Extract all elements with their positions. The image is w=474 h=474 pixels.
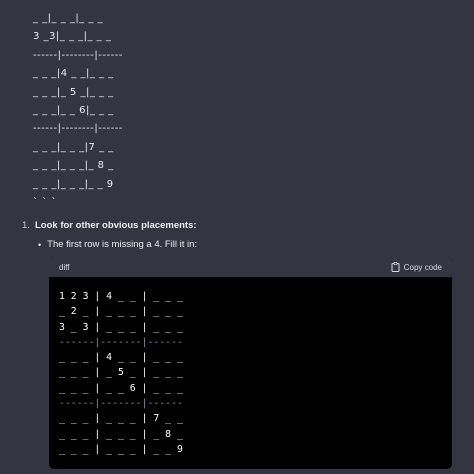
code-language-label: diff	[59, 262, 70, 272]
sub-list-item: • The first row is missing a 4. Fill it …	[38, 239, 197, 250]
grid-line: _ _ _|_ _ _|_ _ 9	[33, 178, 114, 190]
grid-line: ------|--------|------	[33, 123, 123, 135]
grid-line: _ _ _|_ _ _|_ 8 _	[33, 160, 114, 172]
code-line: _ _ _ | 4 _ _ | _ _ _	[59, 352, 183, 364]
list-item-title: Look for other obvious placements:	[35, 220, 197, 231]
grid-line: _ _ _|4 _ _|_ _ _	[33, 68, 114, 80]
code-line: _ _ _ | _ _ _ | _ _ 9	[59, 443, 183, 455]
code-block: diff Copy code 1 2 3 | 4 _ _ | _ _ _ _ 2…	[49, 257, 452, 469]
copy-code-button[interactable]: Copy code	[391, 262, 442, 272]
ordered-list: 1. Look for other obvious placements:	[22, 220, 462, 231]
sub-list-item-text: The first row is missing a 4. Fill it in…	[47, 239, 198, 250]
code-line: _ _ _ | _ _ _ | 7 _ _	[59, 413, 183, 425]
copy-code-label: Copy code	[403, 262, 442, 272]
grid-line: _ _ _|_ _ 6|_ _ _	[33, 104, 114, 116]
code-block-header: diff Copy code	[49, 257, 452, 277]
chat-message: _ _|_ _ _|_ _ _ 3 _3|_ _ _|_ _ _ ------|…	[0, 0, 474, 474]
code-line: _ _ _ | _ _ _ | _ 8 _	[59, 428, 183, 440]
list-item: 1. Look for other obvious placements:	[22, 220, 462, 231]
grid-line: _ _|_ _ _|_ _ _	[33, 13, 104, 24]
list-number: 1.	[22, 220, 30, 231]
code-line: 1 2 3 | 4 _ _ | _ _ _	[59, 291, 183, 302]
plain-text-grid: _ _|_ _ _|_ _ _ 3 _3|_ _ _|_ _ _ ------|…	[33, 10, 123, 212]
grid-line: ` ` `	[33, 196, 57, 208]
code-line: ------|-------|------	[59, 336, 183, 348]
code-line: _ _ _ | _ 5 _ | _ _ _	[59, 367, 183, 379]
grid-line: _ _ _|_ 5 _|_ _ _	[33, 86, 114, 98]
code-line: _ 2 _ | _ _ _ | _ _ _	[59, 306, 183, 318]
grid-line: ------|--------|------	[33, 49, 123, 61]
code-body: 1 2 3 | 4 _ _ | _ _ _ _ 2 _ | _ _ _ | _ …	[49, 277, 452, 457]
code-line: ------|-------|------	[59, 398, 183, 410]
code-line: 3 _ 3 | _ _ _ | _ _ _	[59, 321, 183, 333]
grid-line: 3 _3|_ _ _|_ _ _	[33, 31, 112, 43]
code-line: _ _ _ | _ _ 6 | _ _ _	[59, 382, 183, 394]
grid-line: _ _ _|_ _ _|7 _ _	[33, 141, 114, 153]
bullet-icon: •	[38, 239, 42, 250]
clipboard-icon	[391, 262, 400, 272]
